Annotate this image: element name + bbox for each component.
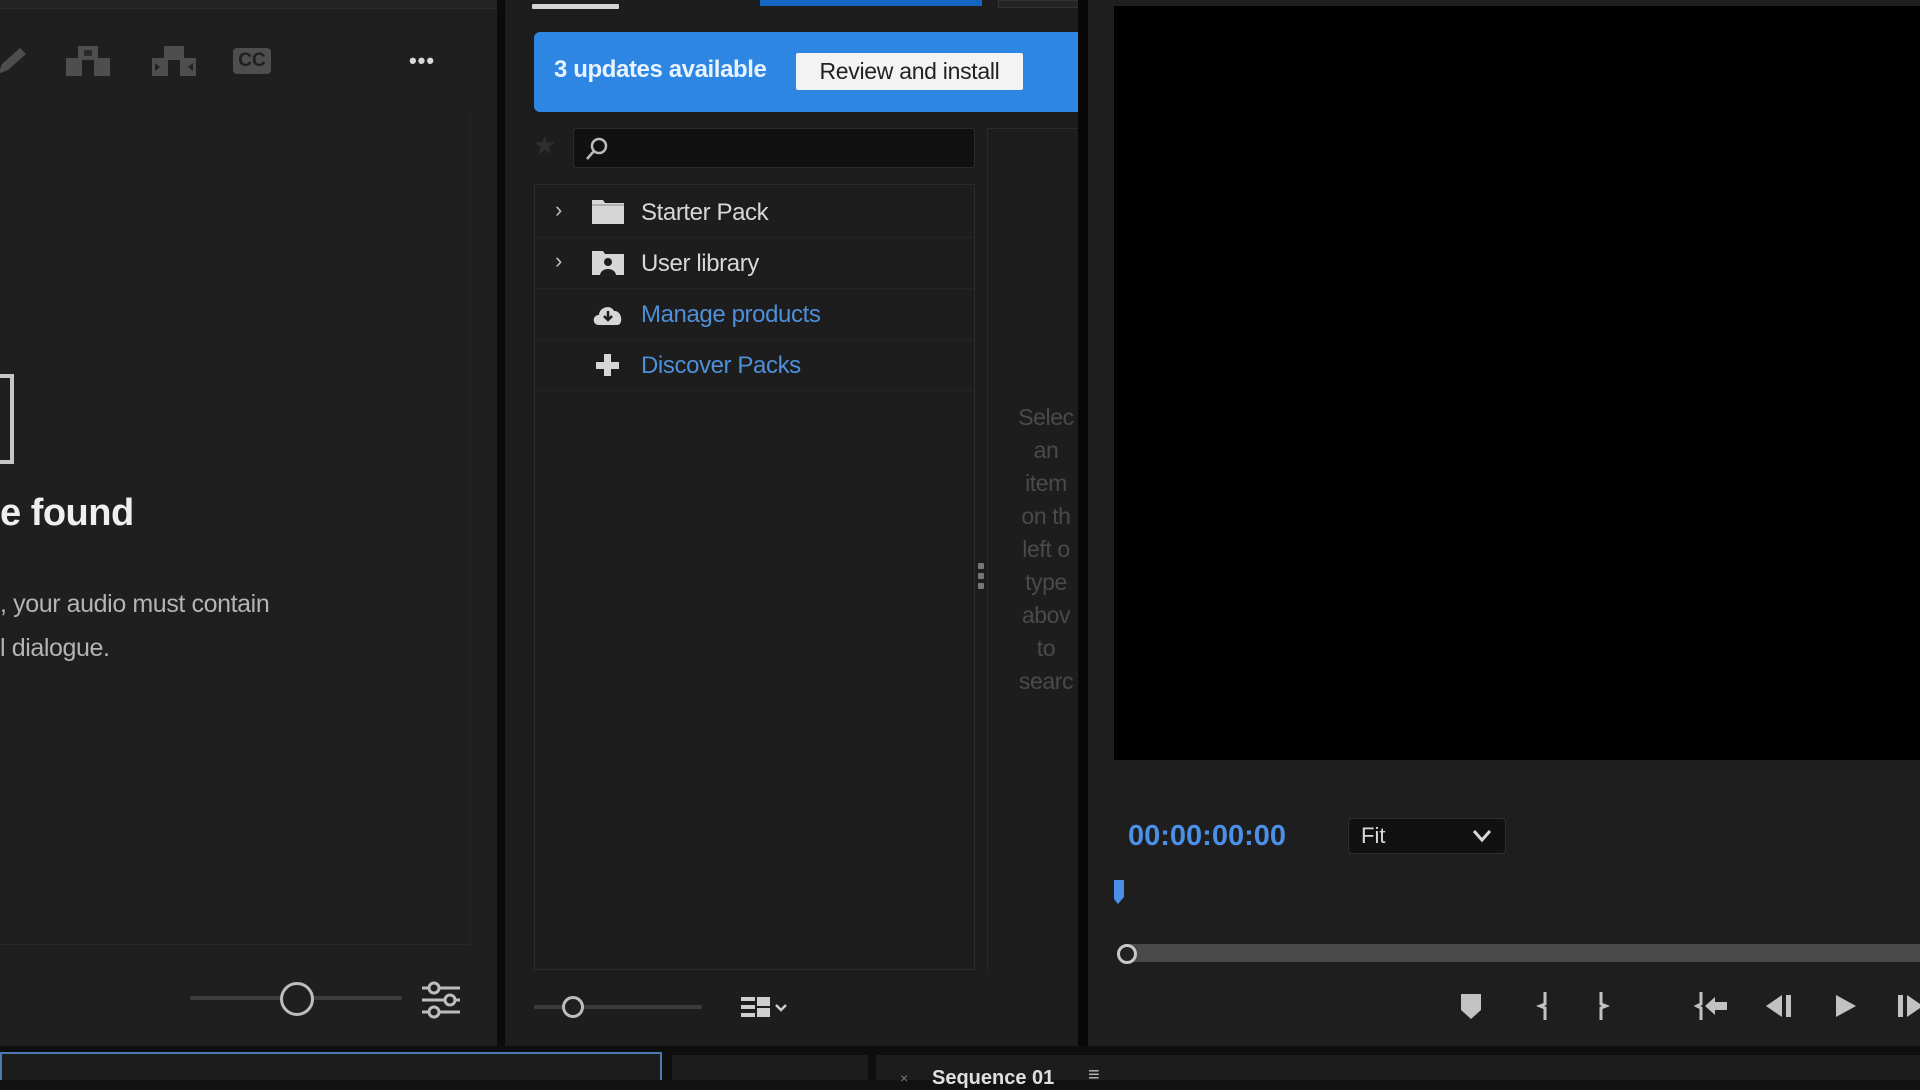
pencil-icon[interactable]: [0, 44, 32, 78]
zoom-slider-thumb[interactable]: [280, 982, 314, 1016]
user-folder-icon: [592, 251, 624, 275]
captions-icon[interactable]: CC: [232, 44, 272, 78]
add-marker-button[interactable]: [1455, 988, 1487, 1024]
panel-divider[interactable]: [497, 0, 505, 1046]
panel-header-strip: [0, 0, 497, 9]
tab-highlight[interactable]: [760, 0, 982, 6]
panel-menu-icon[interactable]: ≡: [1088, 1064, 1100, 1087]
sequence-tab-label[interactable]: Sequence 01: [932, 1067, 1054, 1090]
hint-line: abov: [1021, 602, 1071, 628]
close-tab-icon[interactable]: ×: [900, 1070, 908, 1086]
more-options-icon[interactable]: •••: [400, 44, 444, 78]
plus-icon: [596, 354, 619, 376]
search-input[interactable]: [573, 128, 975, 168]
details-hint-text: Selec an item on th left o type abov to …: [996, 401, 1078, 698]
hint-line: searc: [1018, 668, 1074, 694]
mark-in-button[interactable]: [1528, 988, 1558, 1024]
review-and-install-button[interactable]: Review and install: [796, 53, 1023, 90]
zoom-level-value: Fit: [1361, 823, 1386, 848]
step-forward-button[interactable]: [1895, 988, 1920, 1024]
empty-state-description-line-2: l dialogue.: [0, 634, 110, 662]
hint-line: an: [1033, 437, 1059, 463]
tree-item-discover-packs[interactable]: Discover Packs: [535, 340, 974, 391]
tree-item-label[interactable]: Discover Packs: [641, 352, 801, 380]
cloud-download-icon: [593, 307, 622, 325]
video-preview[interactable]: [1114, 6, 1920, 760]
timecode-display[interactable]: 00:00:00:00: [1128, 820, 1286, 853]
panel-divider[interactable]: [1078, 0, 1088, 1046]
thumbnail-size-slider-track[interactable]: [534, 1005, 702, 1009]
tree-item-starter-pack[interactable]: › Starter Pack: [535, 187, 974, 238]
document-icon: [0, 374, 14, 464]
details-pane: Selec an item on th left o type abov to …: [987, 128, 1078, 970]
scrub-bar[interactable]: [1120, 944, 1920, 962]
active-tab-indicator[interactable]: [532, 4, 619, 9]
tab-inactive[interactable]: [998, 0, 1080, 8]
play-icon: [1836, 995, 1856, 1017]
hint-line: Selec: [1018, 404, 1074, 430]
mark-in-icon: [1535, 992, 1547, 1020]
update-banner-message: 3 updates available: [554, 56, 767, 83]
step-back-button[interactable]: [1762, 988, 1798, 1024]
hint-line: type: [1025, 569, 1067, 595]
hint-line: left o: [1022, 536, 1070, 562]
step-forward-icon: [1898, 995, 1920, 1017]
tree-item-manage-products[interactable]: Manage products: [535, 289, 974, 340]
playhead-marker[interactable]: [1113, 879, 1125, 905]
folder-icon: [592, 200, 624, 224]
play-button[interactable]: [1828, 988, 1862, 1024]
zoom-level-select[interactable]: Fit: [1348, 818, 1506, 854]
tree-item-label: User library: [641, 250, 759, 277]
library-tree: › Starter Pack › User library Manage pro…: [534, 184, 975, 970]
empty-state-description-line-1: , your audio must contain: [0, 590, 270, 618]
chevron-right-icon[interactable]: ›: [555, 197, 562, 223]
go-to-in-icon: [1693, 992, 1727, 1020]
step-back-icon: [1766, 995, 1791, 1017]
settings-sliders-icon[interactable]: [420, 980, 462, 1020]
favorites-star-icon[interactable]: ★: [533, 130, 556, 161]
captions-panel: CC ••• e found , your audio must contain…: [0, 0, 497, 1046]
tree-item-user-library[interactable]: › User library: [535, 238, 974, 289]
hint-line: to: [1036, 635, 1056, 661]
go-to-in-button[interactable]: [1692, 988, 1732, 1024]
mark-out-icon: [1599, 992, 1611, 1020]
pane-resize-grip[interactable]: [978, 563, 984, 593]
hint-line: on th: [1021, 503, 1071, 529]
add-marker-icon: [1461, 994, 1481, 1019]
tree-item-label: Starter Pack: [641, 199, 769, 226]
list-view-icon: [741, 997, 787, 1017]
search-icon: [586, 137, 608, 160]
tree-item-label[interactable]: Manage products: [641, 301, 821, 329]
scrub-thumb[interactable]: [1117, 944, 1137, 964]
thumbnail-size-slider-thumb[interactable]: [562, 996, 584, 1018]
speaker-tag-icon[interactable]: [150, 44, 198, 78]
chevron-right-icon[interactable]: ›: [555, 248, 562, 274]
empty-state-title: e found: [0, 492, 134, 534]
bottom-panel-active[interactable]: [0, 1052, 662, 1080]
hint-line: item: [1025, 470, 1067, 496]
auto-detect-icon[interactable]: [64, 44, 112, 78]
mark-out-button[interactable]: [1588, 988, 1618, 1024]
chevron-down-icon: [1472, 830, 1492, 843]
bottom-panel-tab[interactable]: [672, 1055, 868, 1080]
view-options-button[interactable]: [740, 994, 790, 1022]
captions-icon-label: CC: [233, 48, 271, 74]
